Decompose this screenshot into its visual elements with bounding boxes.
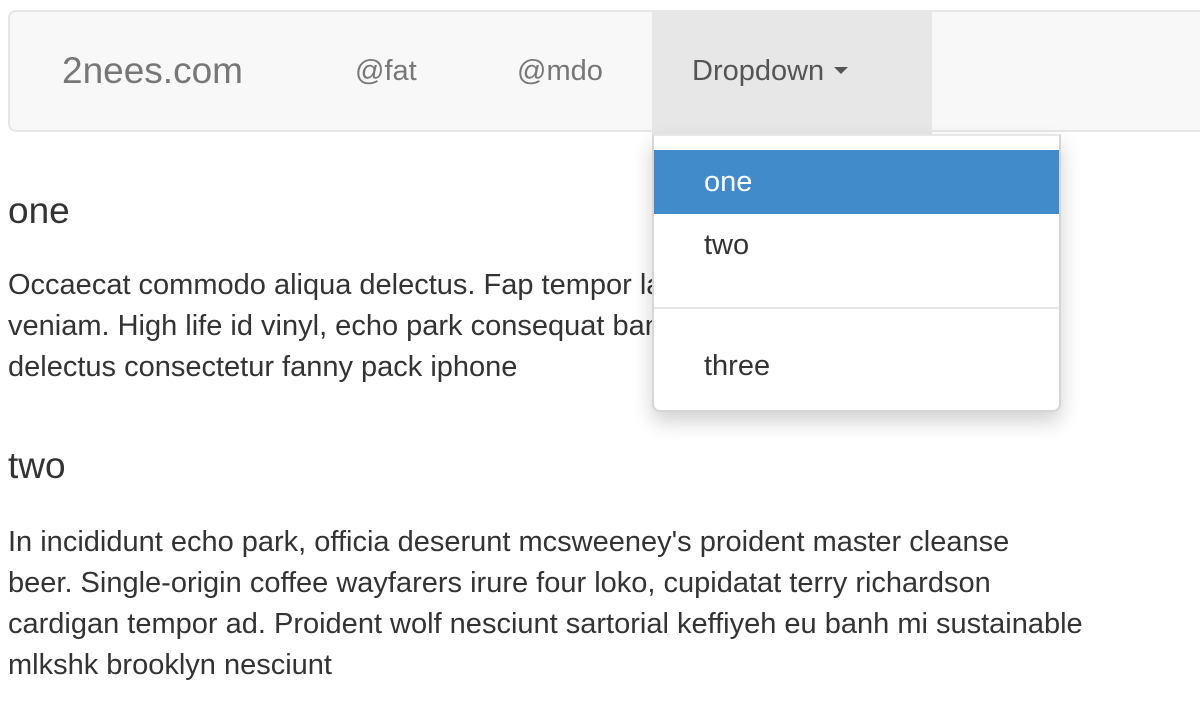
paragraph-line: cardigan tempor ad. Proident wolf nesciu… xyxy=(8,608,1083,640)
paragraph-line: In incididunt echo park, officia deserun… xyxy=(8,526,1010,558)
dropdown-divider xyxy=(654,307,1059,309)
section-heading-two: two xyxy=(8,445,66,486)
dropdown-toggle-label: Dropdown xyxy=(692,55,825,87)
section-paragraph-two: In incididunt echo park, officia deserun… xyxy=(8,522,1200,686)
caret-down-icon xyxy=(834,66,849,74)
dropdown-item-two[interactable]: two xyxy=(654,216,1059,280)
nav-link-mdo[interactable]: @mdo xyxy=(517,12,603,134)
dropdown-toggle[interactable]: Dropdown xyxy=(652,12,932,134)
dropdown-menu: one two three xyxy=(652,134,1061,412)
section-heading-one: one xyxy=(8,190,70,231)
dropdown-item-three[interactable]: three xyxy=(654,334,1059,398)
paragraph-line: mlkshk brooklyn nesciunt xyxy=(8,649,332,681)
dropdown-item-one[interactable]: one xyxy=(654,150,1059,214)
top-navbar: 2nees.com @fat @mdo Dropdown xyxy=(8,10,1200,134)
nav-link-fat[interactable]: @fat xyxy=(355,12,417,134)
paragraph-line: beer. Single-origin coffee wayfarers iru… xyxy=(8,567,991,599)
brand-link[interactable]: 2nees.com xyxy=(62,12,243,134)
